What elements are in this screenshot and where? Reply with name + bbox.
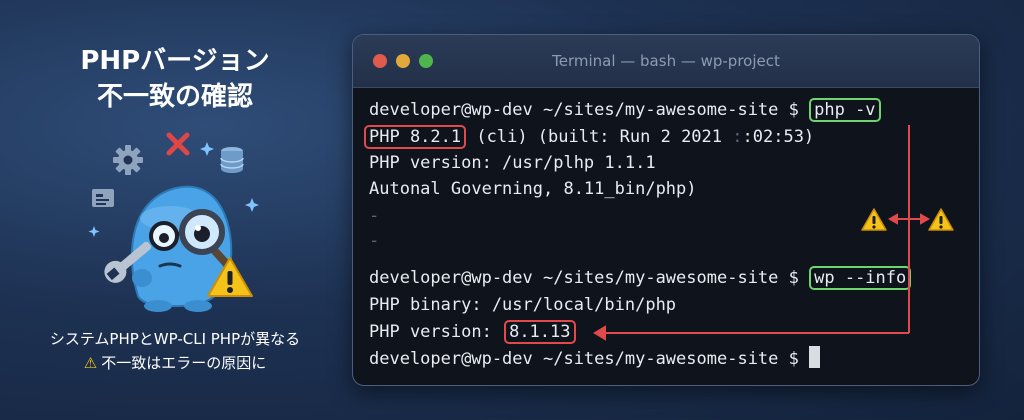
output-line-3: Autonal Governing, 8.11_bin/php) bbox=[369, 179, 697, 199]
faint-mark: - bbox=[369, 231, 380, 251]
caption-line1: システムPHPとWP-CLI PHPが異なる bbox=[49, 330, 301, 348]
caption-line2: ⚠ 不一致はエラーの原因に bbox=[0, 352, 350, 374]
warning-icon: ⚠ bbox=[83, 354, 98, 372]
command-wp-info: wp --info bbox=[809, 266, 912, 290]
database-icon bbox=[220, 147, 244, 173]
output-text: (cli) (built: Run 2 2021 bbox=[476, 127, 723, 147]
left-panel: PHPバージョン 不一致の確認 システムPHPとWP-CLI PHPが異なる ⚠… bbox=[0, 0, 350, 420]
php-version-highlight-wpcli: 8.1.13 bbox=[504, 320, 576, 344]
terminal-titlebar[interactable]: Terminal — bash — wp-project bbox=[353, 35, 979, 88]
page-title-line1: PHPバージョン bbox=[80, 46, 270, 76]
output-line-2: PHP version: /usr/plhp 1.1.1 bbox=[369, 153, 656, 173]
output-text: :02:53) bbox=[742, 127, 815, 147]
gear-icon bbox=[113, 145, 143, 175]
faint-char: : bbox=[732, 127, 743, 147]
prompt: developer@wp-dev ~/sites/my-awesome-site… bbox=[369, 268, 799, 288]
command-php-v: php -v bbox=[809, 98, 881, 122]
prompt: developer@wp-dev ~/sites/my-awesome-site… bbox=[369, 100, 799, 120]
page-title-line2: 不一致の確認 bbox=[96, 82, 253, 112]
output-text: PHP version: bbox=[369, 322, 492, 342]
window-title: Terminal — bash — wp-project bbox=[552, 52, 780, 70]
terminal-output[interactable]: developer@wp-dev ~/sites/my-awesome-site… bbox=[353, 87, 979, 385]
command-line-3: developer@wp-dev ~/sites/my-awesome-site… bbox=[369, 346, 821, 372]
document-icon bbox=[92, 189, 114, 207]
output-line-4: PHP binary: /usr/local/bin/php bbox=[369, 295, 677, 315]
text-cursor[interactable] bbox=[809, 346, 821, 368]
x-mark-icon bbox=[166, 132, 190, 156]
output-line-1: PHP 8.2.1 (cli) (built: Run 2 2021 ::02:… bbox=[364, 124, 815, 150]
faint-mark: - bbox=[369, 206, 380, 226]
command-line-2: developer@wp-dev ~/sites/my-awesome-site… bbox=[369, 265, 912, 291]
caption-line2-text: 不一致はエラーの原因に bbox=[101, 354, 267, 372]
prompt: developer@wp-dev ~/sites/my-awesome-site… bbox=[369, 349, 799, 369]
terminal-window[interactable]: Terminal — bash — wp-project developer@w… bbox=[352, 34, 980, 386]
output-line-5: PHP version: 8.1.13 bbox=[369, 319, 576, 345]
mascot-illustration bbox=[88, 132, 259, 312]
command-line-1: developer@wp-dev ~/sites/my-awesome-site… bbox=[369, 97, 881, 123]
php-version-highlight-system: PHP 8.2.1 bbox=[364, 125, 467, 149]
